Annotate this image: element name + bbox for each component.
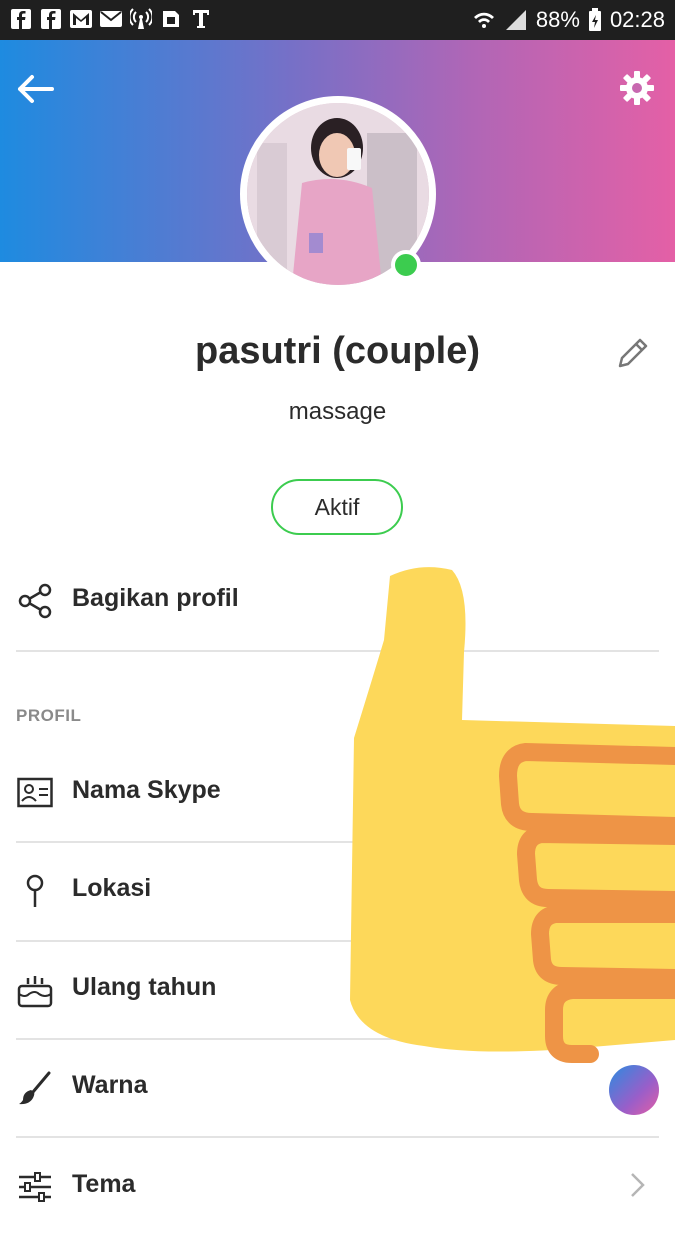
profile-item-theme[interactable]: Tema	[16, 1140, 659, 1236]
share-icon	[16, 582, 54, 620]
battery-percent: 88%	[535, 7, 580, 32]
notification-icons	[10, 8, 212, 30]
edit-profile-button[interactable]	[612, 334, 652, 374]
status-button-label: Aktif	[314, 493, 360, 520]
sliders-icon	[16, 1168, 54, 1206]
signal-icon	[505, 10, 526, 30]
display-name: pasutri (couple)	[194, 330, 481, 372]
profile-item-label: Ulang tahun	[72, 973, 217, 1001]
chevron-right-icon	[626, 1170, 648, 1200]
pencil-icon	[618, 338, 648, 368]
profile-item-label: Tema	[72, 1170, 136, 1198]
location-pin-icon	[16, 872, 54, 910]
mood-message: massage	[288, 398, 387, 425]
sim-icon	[160, 8, 182, 30]
section-title: PROFIL	[16, 706, 82, 725]
tmobile-icon	[190, 8, 212, 30]
facebook-icon	[10, 8, 32, 30]
arrow-left-icon	[18, 75, 54, 103]
share-profile-label: Bagikan profil	[72, 584, 239, 612]
status-bar: 88% 02:28	[0, 0, 675, 40]
wifi-icon	[473, 12, 494, 28]
back-button[interactable]	[16, 72, 56, 106]
profile-item-label: Nama Skype	[72, 776, 221, 804]
profile-item-label: Lokasi	[72, 874, 152, 902]
status-right: 88% 02:28	[472, 6, 665, 34]
contact-card-icon	[16, 774, 54, 812]
mail-icon	[100, 8, 122, 30]
settings-button[interactable]	[619, 70, 655, 106]
battery-icon	[588, 8, 601, 31]
paintbrush-icon	[16, 1069, 54, 1107]
birthday-cake-icon	[16, 971, 54, 1009]
gear-icon	[620, 71, 654, 105]
divider	[16, 1136, 659, 1138]
clock: 02:28	[609, 7, 665, 32]
thumbs-up-sticker	[340, 560, 675, 1080]
gmail-icon	[70, 8, 92, 30]
online-status-dot	[391, 250, 421, 280]
facebook-icon	[40, 8, 62, 30]
profile-item-label: Warna	[72, 1071, 148, 1099]
hotspot-icon	[130, 8, 152, 30]
status-button[interactable]: Aktif	[271, 479, 403, 535]
